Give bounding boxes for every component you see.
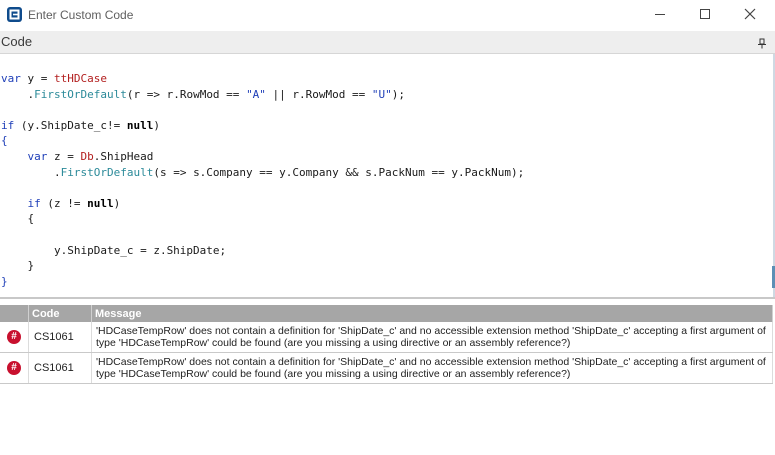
error-icon: # (7, 330, 21, 344)
code-line-13: } (1, 259, 35, 273)
pin-button[interactable] (757, 36, 767, 54)
minimize-icon (655, 14, 665, 15)
error-code: CS1061 (28, 352, 92, 384)
code-editor[interactable]: var y = ttHDCase .FirstOrDefault(r => r.… (0, 54, 775, 298)
error-message: 'HDCaseTempRow' does not contain a defin… (91, 322, 773, 353)
maximize-icon (700, 9, 710, 19)
code-line-7: .FirstOrDefault(s => s.Company == y.Comp… (1, 165, 525, 179)
window-title: Enter Custom Code (28, 8, 134, 22)
pane-splitter[interactable] (0, 297, 775, 299)
error-message: 'HDCaseTempRow' does not contain a defin… (91, 352, 773, 384)
code-line-4: if (y.ShipDate_c!= null) (1, 118, 160, 132)
title-bar: Enter Custom Code (0, 0, 775, 31)
code-line-2: .FirstOrDefault(r => r.RowMod == "A" || … (1, 87, 406, 101)
code-line-9: if (z != null) (27, 196, 121, 210)
code-pane-header: Code (0, 31, 775, 54)
maximize-button[interactable] (692, 4, 718, 26)
error-icon-cell: # (0, 322, 29, 353)
error-icon-cell: # (0, 352, 29, 384)
code-line-5: { (1, 134, 8, 148)
error-row[interactable]: # CS1061 'HDCaseTempRow' does not contai… (0, 352, 773, 384)
column-header-icon[interactable] (0, 305, 29, 322)
minimize-button[interactable] (647, 4, 673, 26)
code-line-1: var y = ttHDCase (1, 72, 107, 85)
pin-icon (758, 38, 766, 49)
error-row[interactable]: # CS1061 'HDCaseTempRow' does not contai… (0, 322, 773, 353)
code-line-10: { (1, 212, 35, 226)
close-button[interactable] (737, 4, 763, 26)
code-line-12: y.ShipDate_c = z.ShipDate; (1, 243, 227, 257)
column-header-code[interactable]: Code (28, 305, 92, 322)
code-line-14: } (1, 274, 8, 288)
error-code: CS1061 (28, 322, 92, 353)
pane-title: Code (1, 34, 33, 49)
app-icon (7, 7, 22, 22)
code-line-6: var z = Db.ShipHead (27, 149, 154, 163)
column-header-message[interactable]: Message (91, 305, 773, 322)
error-list: Code Message # CS1061 'HDCaseTempRow' do… (0, 305, 773, 384)
close-icon (744, 8, 756, 20)
error-list-header: Code Message (0, 305, 773, 322)
code-text[interactable]: var y = ttHDCase .FirstOrDefault(r => r.… (1, 71, 524, 289)
error-icon: # (7, 361, 21, 375)
